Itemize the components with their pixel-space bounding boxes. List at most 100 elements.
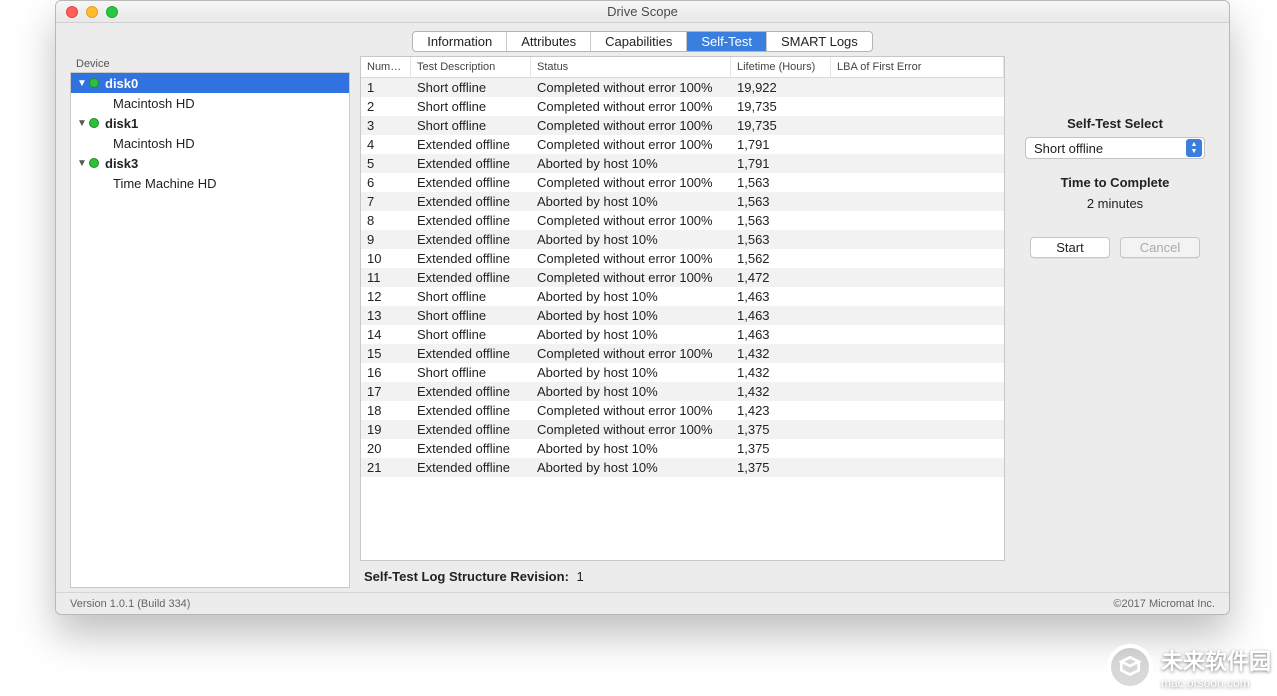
cell-status: Completed without error 100% bbox=[531, 401, 731, 420]
table-row[interactable]: 14Short offlineAborted by host 10%1,463 bbox=[361, 325, 1004, 344]
table-row[interactable]: 1Short offlineCompleted without error 10… bbox=[361, 78, 1004, 97]
column-header[interactable]: LBA of First Error bbox=[831, 57, 1004, 77]
selftest-panel: Self-Test Select Short offline ▲▼ Time t… bbox=[1015, 56, 1215, 588]
table-row[interactable]: 18Extended offlineCompleted without erro… bbox=[361, 401, 1004, 420]
table-row[interactable]: 3Short offlineCompleted without error 10… bbox=[361, 116, 1004, 135]
cell-status: Completed without error 100% bbox=[531, 211, 731, 230]
cell-lba bbox=[831, 276, 1004, 280]
sidebar-child[interactable]: Macintosh HD bbox=[71, 93, 349, 113]
cell-life: 1,432 bbox=[731, 344, 831, 363]
table-row[interactable]: 9Extended offlineAborted by host 10%1,56… bbox=[361, 230, 1004, 249]
cell-life: 1,472 bbox=[731, 268, 831, 287]
table-row[interactable]: 8Extended offlineCompleted without error… bbox=[361, 211, 1004, 230]
sidebar-item-disk3[interactable]: ▼disk3 bbox=[71, 153, 349, 173]
table-row[interactable]: 10Extended offlineCompleted without erro… bbox=[361, 249, 1004, 268]
selftest-table: NumberTest DescriptionStatusLifetime (Ho… bbox=[360, 56, 1005, 561]
table-row[interactable]: 17Extended offlineAborted by host 10%1,4… bbox=[361, 382, 1004, 401]
column-header[interactable]: Status bbox=[531, 57, 731, 77]
column-header[interactable]: Number bbox=[361, 57, 411, 77]
cell-life: 1,375 bbox=[731, 420, 831, 439]
table-row[interactable]: 7Extended offlineAborted by host 10%1,56… bbox=[361, 192, 1004, 211]
cell-lba bbox=[831, 124, 1004, 128]
table-row[interactable]: 6Extended offlineCompleted without error… bbox=[361, 173, 1004, 192]
cell-desc: Extended offline bbox=[411, 249, 531, 268]
cell-life: 1,563 bbox=[731, 211, 831, 230]
tab-attributes[interactable]: Attributes bbox=[507, 32, 591, 51]
cell-n: 21 bbox=[361, 458, 411, 477]
cell-status: Aborted by host 10% bbox=[531, 306, 731, 325]
start-button[interactable]: Start bbox=[1030, 237, 1110, 258]
cell-n: 7 bbox=[361, 192, 411, 211]
cell-n: 16 bbox=[361, 363, 411, 382]
cell-lba bbox=[831, 200, 1004, 204]
cell-desc: Short offline bbox=[411, 287, 531, 306]
table-row[interactable]: 2Short offlineCompleted without error 10… bbox=[361, 97, 1004, 116]
selftest-select-label: Self-Test Select bbox=[1067, 116, 1163, 131]
selftest-select[interactable]: Short offline ▲▼ bbox=[1025, 137, 1205, 159]
disclosure-icon[interactable]: ▼ bbox=[77, 118, 87, 129]
tab-information[interactable]: Information bbox=[413, 32, 507, 51]
table-row[interactable]: 13Short offlineAborted by host 10%1,463 bbox=[361, 306, 1004, 325]
cell-life: 1,432 bbox=[731, 363, 831, 382]
cell-life: 1,432 bbox=[731, 382, 831, 401]
column-header[interactable]: Lifetime (Hours) bbox=[731, 57, 831, 77]
cell-n: 6 bbox=[361, 173, 411, 192]
cell-n: 8 bbox=[361, 211, 411, 230]
disk-name: disk1 bbox=[105, 116, 138, 131]
cell-desc: Extended offline bbox=[411, 268, 531, 287]
watermark-text: 未来软件园 bbox=[1161, 649, 1271, 674]
table-row[interactable]: 15Extended offlineCompleted without erro… bbox=[361, 344, 1004, 363]
disclosure-icon[interactable]: ▼ bbox=[77, 158, 87, 169]
cell-life: 1,375 bbox=[731, 439, 831, 458]
sidebar-item-disk0[interactable]: ▼disk0 bbox=[71, 73, 349, 93]
cell-lba bbox=[831, 295, 1004, 299]
table-row[interactable]: 19Extended offlineCompleted without erro… bbox=[361, 420, 1004, 439]
table-row[interactable]: 21Extended offlineAborted by host 10%1,3… bbox=[361, 458, 1004, 477]
tab-smart-logs[interactable]: SMART Logs bbox=[767, 32, 872, 51]
titlebar: Drive Scope bbox=[56, 1, 1229, 23]
cell-status: Aborted by host 10% bbox=[531, 363, 731, 382]
tab-self-test[interactable]: Self-Test bbox=[687, 32, 767, 51]
status-dot-icon bbox=[89, 158, 99, 168]
cell-life: 1,791 bbox=[731, 154, 831, 173]
cell-desc: Extended offline bbox=[411, 401, 531, 420]
cell-life: 19,735 bbox=[731, 116, 831, 135]
column-header[interactable]: Test Description bbox=[411, 57, 531, 77]
sidebar: Device ▼disk0Macintosh HD▼disk1Macintosh… bbox=[70, 56, 350, 588]
watermark: 未来软件园 mac.orsoon.com bbox=[1107, 644, 1271, 690]
cell-lba bbox=[831, 333, 1004, 337]
cell-n: 19 bbox=[361, 420, 411, 439]
sidebar-item-disk1[interactable]: ▼ disk1 bbox=[71, 113, 349, 133]
cell-status: Aborted by host 10% bbox=[531, 458, 731, 477]
cell-status: Aborted by host 10% bbox=[531, 154, 731, 173]
watermark-icon bbox=[1107, 644, 1153, 690]
time-to-complete-label: Time to Complete bbox=[1061, 175, 1170, 190]
table-body[interactable]: 1Short offlineCompleted without error 10… bbox=[361, 78, 1004, 560]
sidebar-child[interactable]: Time Machine HD bbox=[71, 173, 349, 193]
status-dot-icon bbox=[89, 118, 99, 128]
table-row[interactable]: 16Short offlineAborted by host 10%1,432 bbox=[361, 363, 1004, 382]
table-header[interactable]: NumberTest DescriptionStatusLifetime (Ho… bbox=[361, 57, 1004, 78]
version-text: Version 1.0.1 (Build 334) bbox=[70, 598, 190, 610]
cell-status: Completed without error 100% bbox=[531, 116, 731, 135]
table-row[interactable]: 12Short offlineAborted by host 10%1,463 bbox=[361, 287, 1004, 306]
cell-desc: Extended offline bbox=[411, 173, 531, 192]
cell-desc: Extended offline bbox=[411, 154, 531, 173]
cell-status: Completed without error 100% bbox=[531, 344, 731, 363]
device-tree[interactable]: ▼disk0Macintosh HD▼disk1Macintosh HD▼dis… bbox=[70, 72, 350, 588]
table-row[interactable]: 5Extended offlineAborted by host 10%1,79… bbox=[361, 154, 1004, 173]
selftest-select-value: Short offline bbox=[1034, 141, 1103, 156]
sidebar-child[interactable]: Macintosh HD bbox=[71, 133, 349, 153]
cell-status: Completed without error 100% bbox=[531, 78, 731, 97]
cell-lba bbox=[831, 428, 1004, 432]
cell-lba bbox=[831, 219, 1004, 223]
table-row[interactable]: 11Extended offlineCompleted without erro… bbox=[361, 268, 1004, 287]
cell-desc: Extended offline bbox=[411, 230, 531, 249]
cell-life: 19,922 bbox=[731, 78, 831, 97]
cell-lba bbox=[831, 447, 1004, 451]
table-row[interactable]: 20Extended offlineAborted by host 10%1,3… bbox=[361, 439, 1004, 458]
table-row[interactable]: 4Extended offlineCompleted without error… bbox=[361, 135, 1004, 154]
app-window: Drive Scope InformationAttributesCapabil… bbox=[55, 0, 1230, 615]
tab-capabilities[interactable]: Capabilities bbox=[591, 32, 687, 51]
disclosure-icon[interactable]: ▼ bbox=[77, 78, 87, 89]
